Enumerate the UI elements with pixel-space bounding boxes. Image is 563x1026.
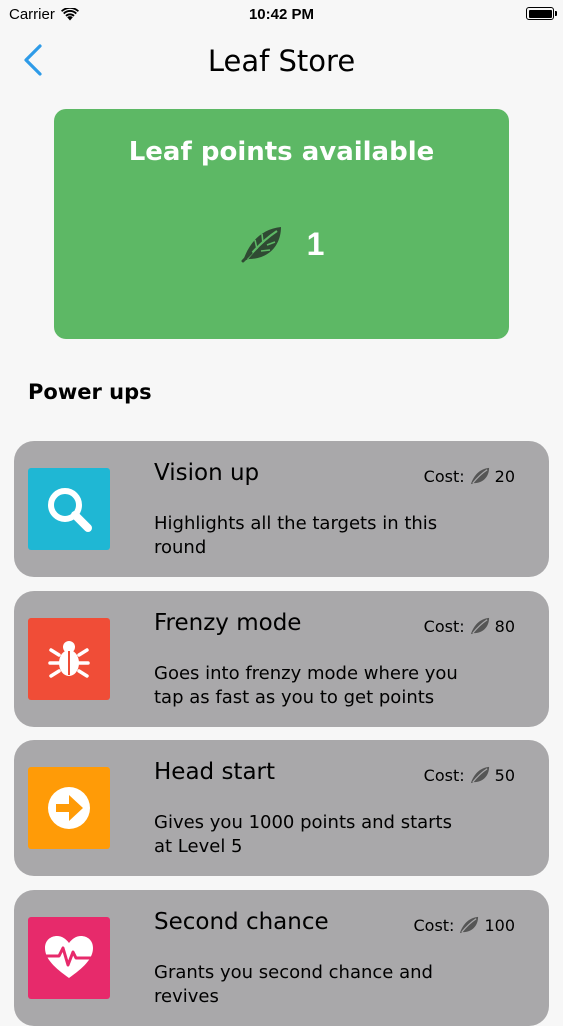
cost-value: 20 (494, 466, 515, 486)
powerup-description: Highlights all the targets in this round (154, 513, 438, 558)
leaf-icon (241, 227, 281, 263)
leaf-icon (470, 467, 489, 485)
powerup-name: Vision up (154, 460, 260, 486)
powerup-vision-up[interactable]: Vision up Cost: 20 Highlights all the ta… (14, 441, 549, 577)
leaf-icon (470, 766, 489, 784)
cost-label: Cost: (423, 616, 465, 636)
powerup-cost: Cost: 50 (424, 764, 515, 786)
leaf-icon (470, 617, 489, 635)
status-bar: Carrier 10:42 PM (0, 0, 563, 30)
powerup-cost: Cost: 80 (424, 615, 515, 637)
magnifier-icon (28, 468, 110, 550)
cost-label: Cost: (423, 765, 465, 785)
leaf-points-card: Leaf points available 1 (54, 109, 509, 339)
bug-icon (28, 618, 110, 700)
powerup-name: Frenzy mode (154, 610, 302, 636)
cost-label: Cost: (423, 466, 465, 486)
powerup-description: Gives you 1000 points and starts at Leve… (154, 812, 452, 857)
heartbeat-icon (28, 917, 110, 999)
cost-value: 50 (494, 765, 515, 785)
leaf-points-row: 1 (54, 221, 509, 267)
powerup-name: Second chance (154, 909, 329, 935)
powerup-head-start[interactable]: Head start Cost: 50 Gives you 1000 point… (14, 740, 549, 876)
cost-value: 100 (484, 915, 515, 935)
powerup-cost: Cost: 20 (424, 465, 515, 487)
arrow-right-icon (28, 767, 110, 849)
powerup-description: Grants you second chance and revives (154, 962, 433, 1007)
powerup-second-chance[interactable]: Second chance Cost: 100 Grants you secon… (14, 890, 549, 1026)
leaf-icon (460, 916, 479, 934)
section-title: Power ups (28, 380, 152, 404)
nav-bar: Leaf Store (0, 30, 563, 94)
leaf-points-title: Leaf points available (128, 137, 435, 167)
cost-label: Cost: (413, 915, 455, 935)
cost-value: 80 (494, 616, 515, 636)
powerup-frenzy-mode[interactable]: Frenzy mode Cost: 80 Goes into frenzy mo… (14, 591, 549, 727)
powerup-cost: Cost: 100 (413, 914, 515, 936)
powerup-name: Head start (154, 759, 276, 785)
page-title: Leaf Store (207, 44, 356, 78)
status-time: 10:42 PM (248, 6, 315, 23)
leaf-points-value: 1 (306, 225, 325, 262)
battery-icon (526, 7, 557, 20)
powerup-description: Goes into frenzy mode where you tap as f… (154, 663, 458, 708)
